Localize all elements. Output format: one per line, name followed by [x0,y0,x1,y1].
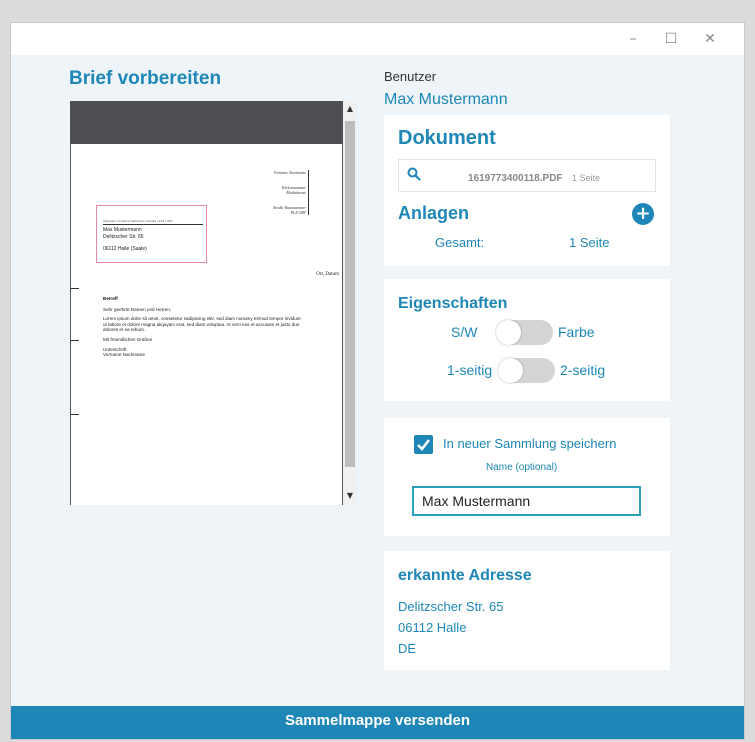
sides-toggle[interactable] [498,358,555,383]
fold-mark [71,288,79,289]
user-name: Max Mustermann [384,91,508,108]
letter-closing: Mit freundlichen Grüßen [103,336,153,342]
letter-text: Lorem ipsum dolor sit amet, consetetur s… [103,316,301,333]
recipient-name: Max Mustermann [103,227,142,233]
preview-scrollbar[interactable]: ▲ ▼ [343,101,357,505]
letter-body: Betreff Sehr geehrte Damen und Herren, L… [103,296,303,358]
properties-card: Eigenschaften S/W Farbe 1-seitig 2-seiti… [384,279,670,401]
check-icon [417,439,430,451]
file-name: 1619773400118.PDF [468,173,563,184]
sides-right-label: 2-seitig [560,362,606,378]
recipient-address: Max Mustermann Delitzscher Str. 65 06112… [103,227,147,253]
app-window: – ☐ ✕ Brief vorbereiten Vorname Nachname… [10,22,745,740]
send-collection-button[interactable]: Sammelmappe versenden [11,706,744,739]
sender-name: Vorname Nachname [273,170,306,175]
scrollbar-thumb[interactable] [345,121,355,467]
attachments-heading: Anlagen [398,203,470,223]
close-icon[interactable]: ✕ [700,29,720,49]
toggle-knob [498,358,523,383]
total-label: Gesamt: [435,235,485,250]
toggle-knob [496,320,521,345]
address-country: DE [398,641,417,656]
collection-card: In neuer Sammlung speichern Name (option… [384,418,670,536]
sender-city: PLZ ORT [290,210,306,215]
letter-salutation: Sehr geehrte Damen und Herren, [103,306,172,312]
sides-left-label: 1-seitig [447,362,493,378]
plus-icon: + [635,203,651,224]
search-icon[interactable] [407,167,421,181]
fold-mark [71,414,79,415]
sender-block: Vorname Nachname Telefonnummer Mailadres… [273,170,309,215]
document-preview[interactable]: Vorname Nachname Telefonnummer Mailadres… [70,101,357,505]
collection-name-input[interactable] [412,486,641,516]
save-collection-label[interactable]: In neuer Sammlung speichern [443,436,616,451]
document-heading: Dokument [398,127,496,149]
properties-heading: Eigenschaften [398,295,508,312]
document-card: Dokument 1619773400118.PDF 1 Seite Anlag… [384,115,670,266]
recipient-street: Delitzscher Str. 65 [103,233,144,240]
recipient-address-box: Absender: Vorname Nachname | Straße | PL… [96,205,207,263]
return-address: Absender: Vorname Nachname | Straße | PL… [103,219,203,225]
address-street: Delitzscher Str. 65 [398,599,504,614]
recipient-city: 06112 Halle (Saale) [103,246,147,252]
color-left-label: S/W [451,324,478,340]
total-value: 1 Seite [569,235,610,250]
maximize-icon[interactable]: ☐ [661,29,681,49]
place-date: Ort, Datum [316,272,339,277]
scroll-up-icon[interactable]: ▲ [343,104,357,113]
save-collection-checkbox[interactable] [414,435,433,454]
address-heading: erkannte Adresse [398,567,532,584]
user-label: Benutzer [384,69,437,84]
signature-name: Vorname Nachname [103,352,145,358]
letter-subject: Betreff [103,296,118,301]
scroll-down-icon[interactable]: ▼ [343,491,357,500]
color-right-label: Farbe [558,324,595,340]
file-pages: 1 Seite [572,173,601,183]
address-lines: Delitzscher Str. 65 06112 Halle DE [398,596,504,659]
add-attachment-button[interactable]: + [632,203,654,225]
minimize-icon[interactable]: – [623,29,643,49]
collection-name-label: Name (optional) [486,462,558,473]
address-card: erkannte Adresse Delitzscher Str. 65 061… [384,551,670,670]
address-city: 06112 Halle [398,620,467,635]
color-toggle[interactable] [496,320,553,345]
preview-toolbar [70,101,343,144]
title-bar: – ☐ ✕ [11,23,744,55]
letter-page: Vorname Nachname Telefonnummer Mailadres… [70,144,343,505]
file-row[interactable]: 1619773400118.PDF 1 Seite [398,159,656,192]
fold-mark [71,340,79,341]
page-title: Brief vorbereiten [69,68,222,89]
